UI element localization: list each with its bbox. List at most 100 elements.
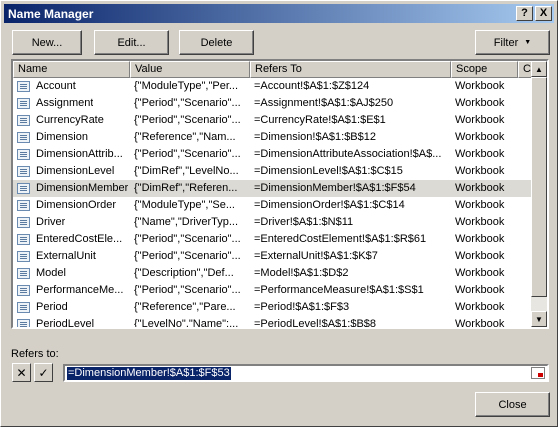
table-row[interactable]: Dimension {"Reference","Nam... =Dimension!… [13,129,533,146]
refers-to-cell: =Model!$A$1:$D$2 [254,267,349,279]
scope-cell: Workbook [455,318,505,329]
cancel-icon: ✕ [16,365,27,380]
column-header-name[interactable]: Name [13,61,130,78]
refers-to-cell: =DimensionOrder!$A$1:$C$14 [254,199,405,211]
refers-to-cell: =ExternalUnit!$A$1:$K$7 [254,250,378,262]
name-cell: DimensionAttrib... [13,146,130,163]
name-cell: DimensionMember [13,180,130,197]
list-header: Name Value Refers To Scope Co [13,61,533,78]
named-range-icon [17,302,30,313]
scroll-up-icon[interactable]: ▲ [531,61,547,77]
value-cell: {"LevelNo","Name";... [134,318,239,329]
column-header-refers-to[interactable]: Refers To [250,61,451,78]
scope-cell: Workbook [455,284,505,296]
help-button[interactable]: ? [516,6,533,21]
table-row[interactable]: DimensionOrder {"ModuleType","Se... =Dimen… [13,197,533,214]
refers-to-cell: =DimensionMember!$A$1:$F$54 [254,182,416,194]
name-text: Dimension [36,131,88,143]
delete-button-label: Delete [200,36,233,49]
name-text: DimensionOrder [36,199,117,211]
refers-to-input[interactable]: =DimensionMember!$A$1:$F$53 [63,364,549,382]
name-text: PerformanceMe... [36,284,124,296]
edit-button-label: Edit... [117,36,146,49]
named-range-icon [17,285,30,296]
name-cell: ExternalUnit [13,248,130,265]
window-title: Name Manager [8,6,94,21]
name-cell: Period [13,299,130,316]
refers-to-cell: =CurrencyRate!$A$1:$E$1 [254,114,386,126]
name-text: Period [36,301,68,313]
table-row[interactable]: PeriodLevel {"LevelNo","Name";... =PeriodL… [13,316,533,329]
name-text: Model [36,267,66,279]
named-range-icon [17,166,30,177]
new-button[interactable]: New... [12,30,82,55]
table-row[interactable]: Driver {"Name","DriverTyp... =Driver!$A$1:… [13,214,533,231]
vertical-scrollbar[interactable]: ▲ ▼ [531,61,547,327]
named-range-icon [17,268,30,279]
value-cell: {"DimRef","Referen... [134,182,238,194]
name-text: Driver [36,216,66,228]
scroll-thumb[interactable] [531,77,547,297]
refers-to-cell: =EnteredCostElement!$A$1:$R$61 [254,233,427,245]
scroll-down-icon[interactable]: ▼ [531,311,547,327]
table-row[interactable]: DimensionLevel {"DimRef","LevelNo... =Dime… [13,163,533,180]
refers-to-cell: =Driver!$A$1:$N$11 [254,216,354,228]
table-row[interactable]: EnteredCostEle... {"Period","Scenario"...… [13,231,533,248]
confirm-edit-button[interactable]: ✓ [34,363,53,382]
table-row[interactable]: Account {"ModuleType","Per... =Account!$A$… [13,78,533,95]
title-bar[interactable]: Name Manager ? X [4,4,554,23]
table-row[interactable]: CurrencyRate {"Period","Scenario"... =Curr… [13,112,533,129]
scope-cell: Workbook [455,233,505,245]
scope-cell: Workbook [455,182,505,194]
scope-cell: Workbook [455,301,505,313]
name-text: PeriodLevel [36,318,95,329]
value-cell: {"Reference","Nam... [134,131,236,143]
table-row[interactable]: ExternalUnit {"Period","Scenario"... =Exte… [13,248,533,265]
table-row[interactable]: Model {"Description","Def... =Model!$A$1:$… [13,265,533,282]
refers-to-cell: =Period!$A$1:$F$3 [254,301,350,313]
filter-button-label: Filter [493,36,519,49]
table-row[interactable]: DimensionAttrib... {"Period","Scenario"..… [13,146,533,163]
table-row[interactable]: DimensionMember {"DimRef","Referen... =Dim… [13,180,533,197]
name-cell: DimensionOrder [13,197,130,214]
close-window-button[interactable]: X [535,6,552,21]
range-picker-icon[interactable] [531,367,545,379]
value-cell: {"Name","DriverTyp... [134,216,239,228]
column-header-scope[interactable]: Scope [451,61,518,78]
named-range-icon [17,98,30,109]
scope-cell: Workbook [455,97,505,109]
refers-to-cell: =DimensionAttributeAssociation!$A$... [254,148,442,160]
filter-button[interactable]: Filter ▼ [475,30,550,55]
named-range-icon [17,115,30,126]
chevron-down-icon: ▼ [524,39,532,46]
name-cell: PerformanceMe... [13,282,130,299]
table-row[interactable]: PerformanceMe... {"Period","Scenario"... =… [13,282,533,299]
list-rows: Account {"ModuleType","Per... =Account!$A$… [13,78,533,329]
value-cell: {"Period","Scenario"... [134,233,241,245]
refers-to-cell: =PerformanceMeasure!$A$1:$S$1 [254,284,424,296]
name-text: DimensionMember [36,182,129,194]
name-text: CurrencyRate [36,114,104,126]
cancel-edit-button[interactable]: ✕ [12,363,31,382]
named-range-icon [17,81,30,92]
delete-button[interactable]: Delete [179,30,254,55]
name-cell: Model [13,265,130,282]
name-text: DimensionAttrib... [36,148,123,160]
column-header-value[interactable]: Value [130,61,250,78]
value-cell: {"ModuleType","Per... [134,80,239,92]
named-range-icon [17,183,30,194]
table-row[interactable]: Assignment {"Period","Scenario"... =Assign… [13,95,533,112]
name-text: Account [36,80,76,92]
name-cell: PeriodLevel [13,316,130,329]
scope-cell: Workbook [455,199,505,211]
table-row[interactable]: Period {"Reference","Pare... =Period!$A$1:… [13,299,533,316]
refers-to-cell: =Account!$A$1:$Z$124 [254,80,370,92]
named-range-icon [17,234,30,245]
edit-button[interactable]: Edit... [94,30,169,55]
close-button[interactable]: Close [475,392,550,417]
name-cell: Dimension [13,129,130,146]
value-cell: {"Period","Scenario"... [134,284,241,296]
name-cell: DimensionLevel [13,163,130,180]
names-list[interactable]: Name Value Refers To Scope Co Account {"M… [11,59,549,329]
refers-to-cell: =Dimension!$A$1:$B$12 [254,131,376,143]
